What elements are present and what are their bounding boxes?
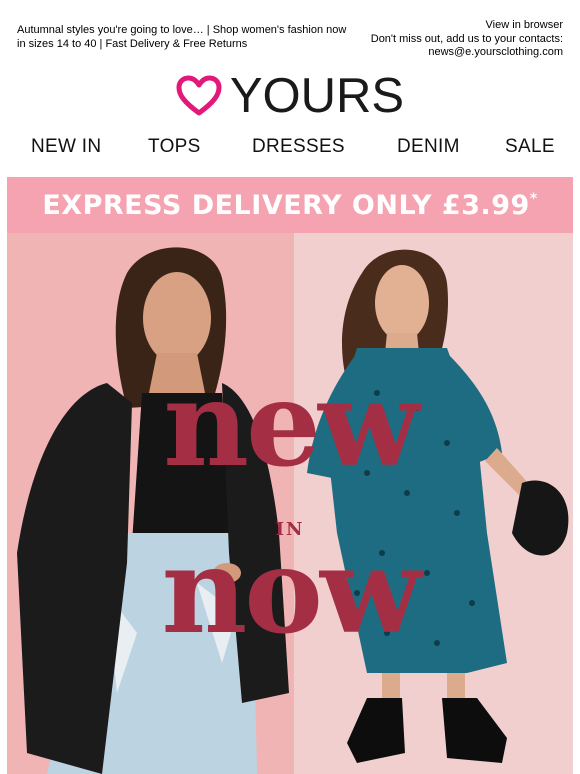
preheader-text: Autumnal styles you're going to love… | … [17, 24, 347, 50]
main-nav: NEW IN TOPS DRESSES DENIM SALE [0, 132, 580, 162]
contacts-line: Don't miss out, add us to your contacts: [370, 32, 563, 45]
headline-new: new [163, 354, 419, 493]
preheader-links: View in browser Don't miss out, add us t… [323, 19, 563, 60]
heart-icon [176, 75, 222, 116]
express-delivery-banner[interactable]: EXPRESS DELIVERY ONLY £3.99* [7, 177, 573, 233]
nav-sale[interactable]: SALE [505, 136, 555, 158]
brand-logo[interactable]: YOURS [0, 70, 580, 122]
express-delivery-text: EXPRESS DELIVERY ONLY £3.99* [42, 189, 538, 221]
nav-denim[interactable]: DENIM [397, 136, 460, 158]
banner-asterisk: * [529, 190, 538, 207]
headline-now: now [161, 521, 421, 660]
view-in-browser-link[interactable]: View in browser [323, 19, 563, 33]
nav-dresses[interactable]: DRESSES [252, 136, 345, 158]
logo-wordmark: YOURS [229, 68, 405, 123]
hero-photo [7, 233, 573, 774]
email-link[interactable]: news@e.yoursclothing.com [323, 46, 563, 60]
nav-new-in[interactable]: NEW IN [31, 136, 101, 158]
preheader: Autumnal styles you're going to love… | … [0, 0, 580, 60]
hero-banner[interactable]: EXPRESS DELIVERY ONLY £3.99* new IN now [7, 177, 573, 774]
nav-tops[interactable]: TOPS [148, 136, 201, 158]
